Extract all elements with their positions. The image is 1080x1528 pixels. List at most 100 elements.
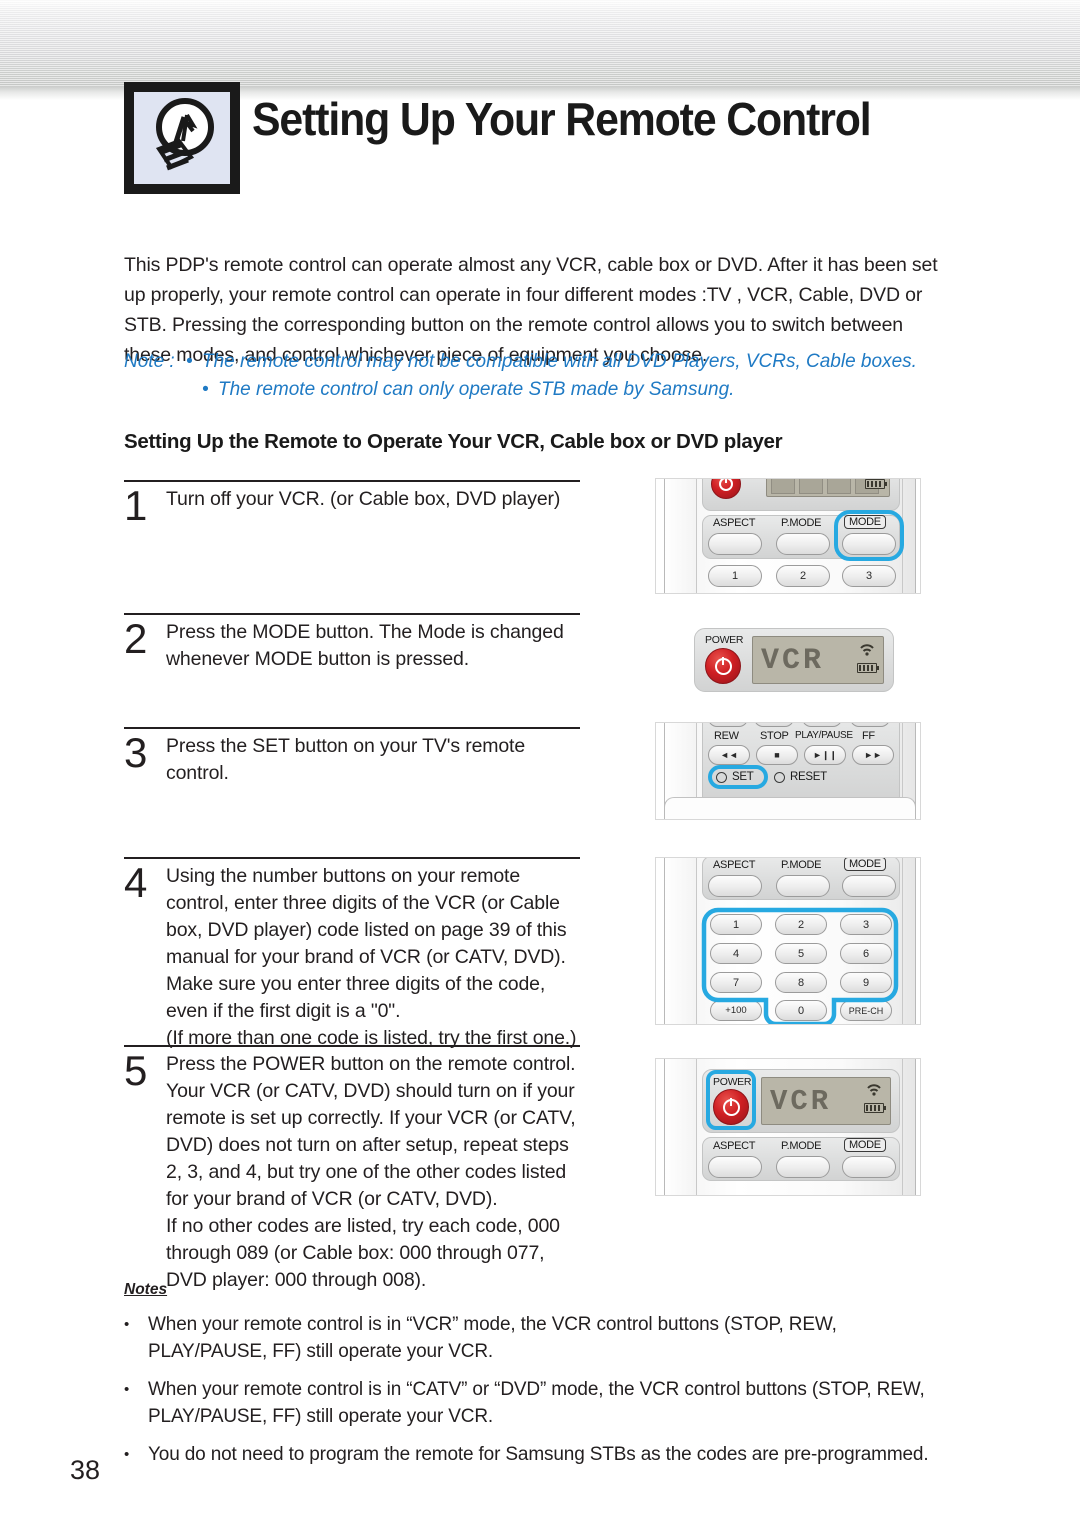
note-line-1: • The remote control may not be compatibl… bbox=[186, 348, 946, 376]
note-line-1-text: The remote control may not be compatible… bbox=[202, 351, 917, 372]
notes-item: • When your remote control is in “CATV” … bbox=[124, 1376, 954, 1430]
number-button-1[interactable]: 1 bbox=[710, 914, 762, 935]
notes-item: • You do not need to program the remote … bbox=[124, 1441, 954, 1468]
number-button-5[interactable]: 5 bbox=[775, 943, 827, 964]
note-block: Note : • The remote control may not be co… bbox=[124, 348, 954, 404]
number-button-1[interactable]: 1 bbox=[708, 565, 762, 587]
step-4-text: Using the number buttons on your remote … bbox=[166, 865, 577, 1049]
step-2: 2 Press the MODE button. The Mode is cha… bbox=[124, 613, 584, 673]
pmode-button[interactable] bbox=[776, 875, 830, 897]
notes-item-text: When your remote control is in “CATV” or… bbox=[148, 1379, 925, 1427]
notes-item-text: You do not need to program the remote fo… bbox=[148, 1444, 929, 1465]
ff-label: FF bbox=[862, 730, 875, 742]
number-button-9[interactable]: 9 bbox=[840, 972, 892, 993]
bullet-icon: • bbox=[124, 1446, 130, 1463]
step-5: 5 Press the POWER button on the remote c… bbox=[124, 1045, 584, 1294]
note-bullet-icon: • bbox=[202, 379, 209, 400]
step-1: 1 Turn off your VCR. (or Cable box, DVD … bbox=[124, 480, 584, 528]
step-2-number: 2 bbox=[124, 615, 148, 662]
number-button-6[interactable]: 6 bbox=[840, 943, 892, 964]
number-button-0[interactable]: 0 bbox=[775, 1000, 827, 1021]
step-5-text: Press the POWER button on the remote con… bbox=[166, 1053, 576, 1291]
lightbulb-icon bbox=[134, 92, 230, 184]
figure-remote-set-button: REW STOP PLAY/PAUSE FF ◄◄ ■ ►❙❙ ►► SET R… bbox=[655, 722, 921, 820]
number-button-8[interactable]: 8 bbox=[775, 972, 827, 993]
power-label: POWER bbox=[705, 634, 744, 646]
figure-remote-power-button: POWER VCR ASPECT P.MODE MODE bbox=[655, 1058, 921, 1196]
upper-button-b[interactable] bbox=[754, 723, 794, 727]
mode-label: MODE bbox=[844, 1138, 886, 1152]
step-4-number: 4 bbox=[124, 859, 148, 906]
plus-100-button[interactable]: +100 bbox=[710, 1000, 762, 1021]
stop-button[interactable]: ■ bbox=[756, 745, 798, 765]
mode-highlight-ring bbox=[834, 510, 904, 561]
ff-button[interactable]: ►► bbox=[852, 745, 894, 765]
rew-button[interactable]: ◄◄ bbox=[708, 745, 750, 765]
lcd-mode-text: VCR bbox=[770, 1085, 832, 1118]
note-line-2: • The remote control can only operate STB… bbox=[186, 376, 946, 404]
section-subheading: Setting Up the Remote to Operate Your VC… bbox=[124, 430, 783, 453]
bullet-icon: • bbox=[124, 1381, 130, 1398]
battery-icon bbox=[857, 663, 879, 673]
power-highlight-ring bbox=[706, 1070, 756, 1130]
page-number: 38 bbox=[70, 1455, 101, 1485]
note-label: Note : bbox=[124, 351, 175, 372]
bullet-icon: • bbox=[124, 1316, 130, 1333]
number-button-7[interactable]: 7 bbox=[710, 972, 762, 993]
pre-ch-button[interactable]: PRE-CH bbox=[840, 1000, 892, 1021]
number-button-3[interactable]: 3 bbox=[840, 914, 892, 935]
aspect-button[interactable] bbox=[708, 1156, 762, 1178]
pmode-button[interactable] bbox=[776, 1156, 830, 1178]
play-pause-label: PLAY/PAUSE bbox=[795, 730, 853, 741]
aspect-label: ASPECT bbox=[713, 517, 756, 529]
pmode-label: P.MODE bbox=[781, 1140, 822, 1152]
page-top-banner bbox=[0, 0, 1080, 86]
pmode-button[interactable] bbox=[776, 533, 830, 555]
notes-list: • When your remote control is in “VCR” m… bbox=[124, 1300, 954, 1468]
pmode-label: P.MODE bbox=[781, 517, 822, 529]
upper-button-c[interactable] bbox=[802, 723, 842, 727]
remote-lcd-display: VCR bbox=[752, 636, 884, 684]
step-3: 3 Press the SET button on your TV's remo… bbox=[124, 727, 584, 787]
step-5-number: 5 bbox=[124, 1047, 148, 1094]
aspect-button[interactable] bbox=[708, 533, 762, 555]
aspect-button[interactable] bbox=[708, 875, 762, 897]
remote-lcd-display bbox=[766, 479, 890, 497]
play-pause-button[interactable]: ►❙❙ bbox=[804, 745, 846, 765]
note-bullet-icon: • bbox=[186, 351, 193, 372]
notes-item: • When your remote control is in “VCR” m… bbox=[124, 1311, 954, 1365]
mode-label: MODE bbox=[844, 858, 886, 871]
notes-heading: Notes bbox=[124, 1281, 168, 1298]
power-button[interactable] bbox=[705, 648, 741, 684]
aspect-label: ASPECT bbox=[713, 1140, 756, 1152]
lightbulb-icon-frame bbox=[124, 82, 240, 194]
step-3-number: 3 bbox=[124, 729, 148, 776]
remote-lcd-display: VCR bbox=[761, 1077, 891, 1125]
remote-lower-shell bbox=[664, 797, 916, 819]
aspect-label: ASPECT bbox=[713, 859, 756, 871]
mode-button[interactable] bbox=[842, 875, 896, 897]
mode-button[interactable] bbox=[842, 1156, 896, 1178]
step-1-number: 1 bbox=[124, 482, 148, 529]
note-line-2-text: The remote control can only operate STB … bbox=[218, 379, 735, 400]
step-3-text: Press the SET button on your TV's remote… bbox=[166, 735, 526, 784]
rew-label: REW bbox=[714, 730, 739, 742]
signal-icon bbox=[866, 1083, 882, 1098]
number-button-2[interactable]: 2 bbox=[775, 914, 827, 935]
upper-button-a[interactable] bbox=[708, 723, 748, 727]
figure-remote-vcr-display: POWER VCR bbox=[655, 612, 921, 708]
page-title: Setting Up Your Remote Control bbox=[252, 93, 872, 145]
battery-icon bbox=[865, 479, 887, 489]
step-1-text: Turn off your VCR. (or Cable box, DVD pl… bbox=[166, 488, 561, 510]
notes-item-text: When your remote control is in “VCR” mod… bbox=[148, 1314, 837, 1362]
number-button-3[interactable]: 3 bbox=[842, 565, 896, 587]
number-button-2[interactable]: 2 bbox=[776, 565, 830, 587]
stop-label: STOP bbox=[760, 730, 789, 742]
upper-button-d[interactable] bbox=[850, 723, 890, 727]
lcd-mode-text: VCR bbox=[761, 644, 825, 678]
battery-icon bbox=[864, 1103, 886, 1113]
reset-button[interactable]: RESET bbox=[774, 771, 827, 783]
figure-remote-number-pad: ASPECT P.MODE MODE 1 2 3 4 5 6 7 8 9 +10… bbox=[655, 857, 921, 1025]
number-button-4[interactable]: 4 bbox=[710, 943, 762, 964]
signal-icon bbox=[859, 643, 875, 658]
